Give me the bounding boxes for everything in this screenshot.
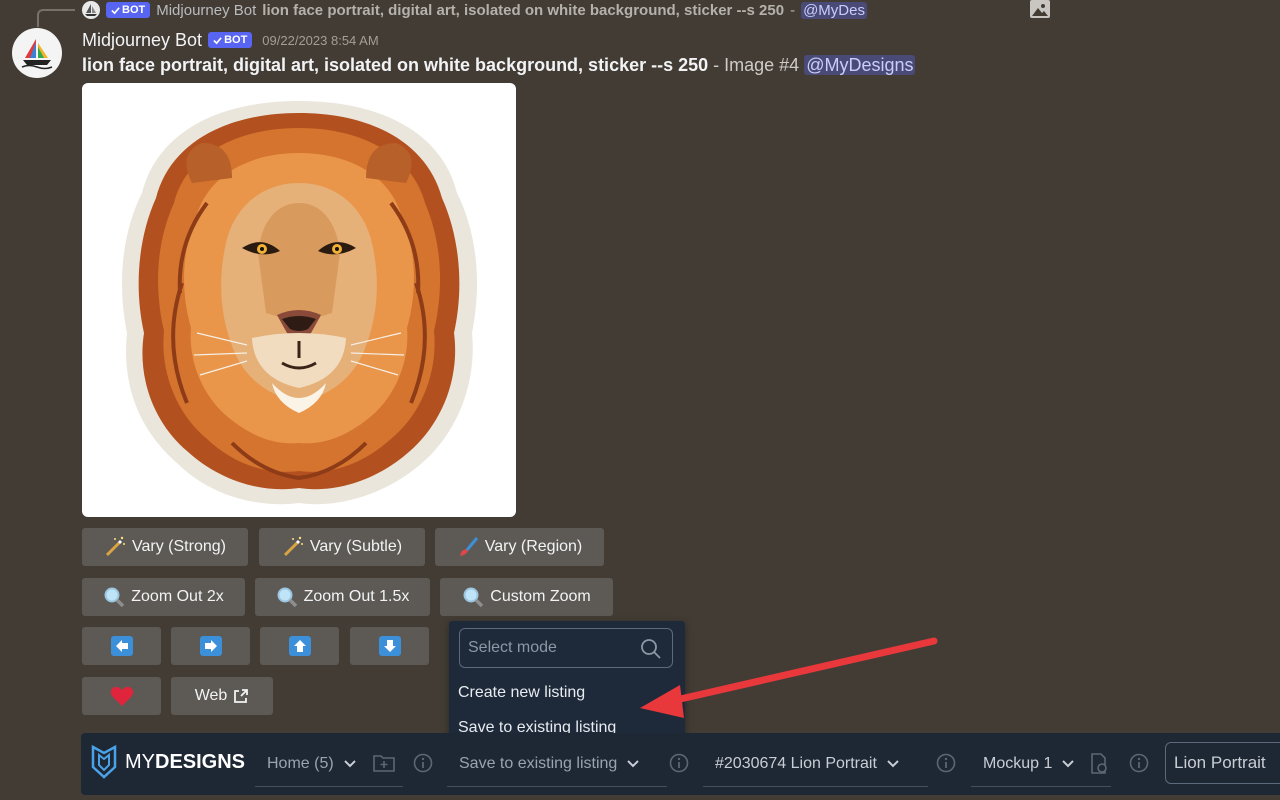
discord-chat-view: BOT Midjourney Bot lion face portrait, d… <box>0 0 1280 800</box>
message-mention[interactable]: @MyDesigns <box>804 55 916 75</box>
arrow-up-icon <box>288 636 311 656</box>
chevron-down-icon <box>887 759 899 767</box>
info-icon[interactable] <box>669 753 689 773</box>
listing-select[interactable]: #2030674 Lion Portrait <box>703 741 928 787</box>
zoom-out-2x-button[interactable]: Zoom Out 2x <box>82 578 245 616</box>
search-icon <box>641 639 661 659</box>
heart-icon <box>110 686 133 706</box>
reply-reference[interactable]: BOT Midjourney Bot lion face portrait, d… <box>82 0 867 20</box>
checkmark-icon <box>213 36 222 44</box>
select-mode-input[interactable]: Select mode <box>459 628 673 668</box>
generated-image[interactable] <box>82 83 516 517</box>
reply-bot-badge: BOT <box>106 2 151 18</box>
message-timestamp: 09/22/2023 8:54 AM <box>262 32 379 48</box>
pan-left-button[interactable] <box>82 627 161 665</box>
bot-badge: BOT <box>208 32 253 48</box>
vary-region-button[interactable]: Vary (Region) <box>435 528 604 566</box>
dropdown-item-create-new-listing[interactable]: Create new listing <box>458 684 585 702</box>
message-suffix: - Image #4 <box>708 55 805 75</box>
message-header: Midjourney Bot BOT 09/22/2023 8:54 AM <box>82 28 379 52</box>
pan-up-button[interactable] <box>260 627 339 665</box>
listing-title-input[interactable]: Lion Portrait <box>1165 742 1280 784</box>
magic-wand-icon <box>282 536 304 558</box>
magnifier-icon <box>462 586 484 608</box>
arrow-left-icon <box>110 636 133 656</box>
favorite-button[interactable] <box>82 677 161 715</box>
magic-wand-icon <box>104 536 126 558</box>
reply-connector <box>37 9 75 27</box>
sailboat-icon <box>85 4 97 16</box>
folder-add-icon[interactable] <box>373 753 395 773</box>
message-content: lion face portrait, digital art, isolate… <box>82 55 916 76</box>
logo-my: MY <box>125 750 155 773</box>
custom-zoom-button[interactable]: Custom Zoom <box>440 578 613 616</box>
author-name[interactable]: Midjourney Bot <box>82 30 202 51</box>
magnifier-icon <box>276 586 298 608</box>
pan-down-button[interactable] <box>350 627 429 665</box>
web-button[interactable]: Web <box>171 677 273 715</box>
save-mode-select[interactable]: Save to existing listing <box>447 741 667 787</box>
message-prompt: lion face portrait, digital art, isolate… <box>82 55 709 75</box>
checkmark-icon <box>111 6 120 14</box>
chevron-down-icon <box>627 759 640 767</box>
logo-designs: DESIGNS <box>155 750 246 773</box>
info-icon[interactable] <box>936 753 956 773</box>
mockup-settings-icon[interactable] <box>1089 753 1109 775</box>
reply-author[interactable]: Midjourney Bot <box>156 2 256 19</box>
magnifier-icon <box>103 586 125 608</box>
reply-text[interactable]: lion face portrait, digital art, isolate… <box>262 2 784 19</box>
mydesigns-logo: MYDESIGNS <box>91 745 245 779</box>
info-icon[interactable] <box>1129 753 1149 773</box>
reply-avatar <box>82 1 100 19</box>
image-attachment-icon[interactable] <box>1030 0 1050 18</box>
chevron-down-icon <box>343 759 356 767</box>
vary-subtle-button[interactable]: Vary (Subtle) <box>259 528 425 566</box>
arrow-down-icon <box>378 636 401 656</box>
external-link-icon <box>234 689 249 703</box>
midjourney-sailboat-icon <box>21 39 53 70</box>
mode-dropdown: Select mode Create new listing Save to e… <box>449 621 685 743</box>
lion-sticker-image <box>122 101 477 505</box>
zoom-out-1-5x-button[interactable]: Zoom Out 1.5x <box>255 578 430 616</box>
paintbrush-icon <box>457 536 479 558</box>
author-avatar[interactable] <box>12 28 62 78</box>
mydesigns-logo-icon <box>91 745 117 779</box>
reply-mention[interactable]: @MyDes <box>801 1 867 19</box>
reply-dash: - <box>790 1 796 19</box>
chevron-down-icon <box>1062 759 1075 767</box>
arrow-right-icon <box>199 636 222 656</box>
pan-right-button[interactable] <box>171 627 250 665</box>
info-icon[interactable] <box>413 753 433 773</box>
mydesigns-toolbar: MYDESIGNS Home (5) Save to existing list… <box>81 733 1280 795</box>
vary-strong-button[interactable]: Vary (Strong) <box>82 528 248 566</box>
